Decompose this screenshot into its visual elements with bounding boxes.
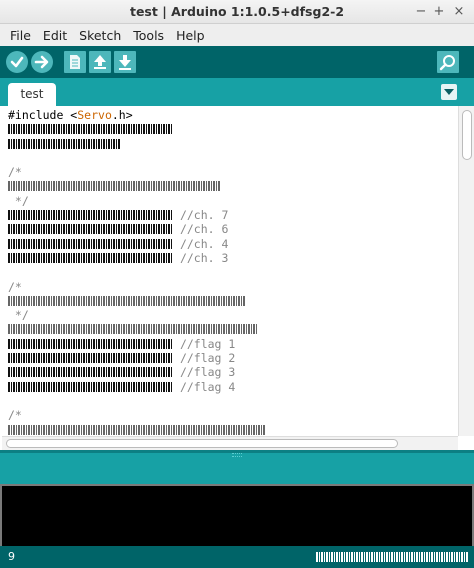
- channel-comment: //ch. 7: [179, 208, 229, 223]
- menu-file[interactable]: File: [4, 28, 37, 43]
- include-suffix: .h>: [111, 108, 133, 122]
- comment-open: /*: [8, 408, 22, 423]
- open-button[interactable]: [89, 51, 111, 73]
- upload-button[interactable]: [31, 51, 53, 73]
- close-button[interactable]: ×: [450, 3, 468, 21]
- verify-icon: [10, 56, 24, 68]
- open-icon: [94, 55, 106, 69]
- redacted-code: [8, 367, 173, 378]
- comment-close: */: [8, 193, 29, 208]
- channel-comment: //ch. 4: [179, 236, 229, 251]
- serial-monitor-icon: [439, 55, 455, 71]
- comment-open: /*: [8, 165, 22, 180]
- new-icon: [70, 55, 80, 69]
- menu-sketch[interactable]: Sketch: [73, 28, 127, 43]
- message-area: [0, 450, 474, 484]
- redacted-code: [8, 210, 173, 221]
- status-bar: 9: [0, 546, 474, 568]
- horizontal-scroll-thumb[interactable]: [6, 439, 398, 448]
- flag-comment: //flag 4: [179, 379, 236, 394]
- comment-open: /*: [8, 279, 22, 294]
- comment-close: */: [8, 308, 29, 323]
- maximize-button[interactable]: +: [430, 3, 448, 21]
- vertical-scrollbar[interactable]: [458, 106, 474, 436]
- redacted-comment: [8, 295, 246, 306]
- resize-grip-icon[interactable]: [232, 453, 242, 457]
- save-icon: [119, 55, 131, 70]
- code-editor[interactable]: #include <Servo.h> /* */ //ch. 7 //ch. 6…: [2, 106, 458, 436]
- toolbar: [0, 46, 474, 78]
- menu-edit[interactable]: Edit: [37, 28, 73, 43]
- flag-comment: //flag 1: [179, 336, 236, 351]
- redacted-code: [8, 238, 173, 249]
- code-text: #include <Servo.h> /* */ //ch. 7 //ch. 6…: [8, 108, 266, 436]
- console-output[interactable]: [0, 484, 474, 546]
- window-title: test | Arduino 1:1.0.5+dfsg2-2: [129, 4, 345, 19]
- line-number: 9: [8, 550, 15, 563]
- save-button[interactable]: [114, 51, 136, 73]
- verify-button[interactable]: [6, 51, 28, 73]
- serial-monitor-button[interactable]: [437, 51, 459, 73]
- redacted-board-info: [316, 552, 468, 562]
- menu-tools[interactable]: Tools: [127, 28, 170, 43]
- redacted-code: [8, 252, 173, 263]
- horizontal-scrollbar[interactable]: [2, 436, 458, 450]
- redacted-code: [8, 224, 173, 235]
- include-prefix: #include <: [8, 108, 78, 122]
- tab-menu-chevron-down-icon[interactable]: [441, 84, 457, 100]
- upload-icon: [34, 55, 49, 69]
- include-library: Servo: [77, 108, 112, 122]
- redacted-comment: [8, 324, 258, 335]
- channel-comment: //ch. 6: [179, 222, 229, 237]
- flag-comment: //flag 3: [179, 365, 236, 380]
- channel-comment: //ch. 3: [179, 250, 229, 265]
- menu-help[interactable]: Help: [170, 28, 211, 43]
- redacted-code: [8, 338, 173, 349]
- redacted-comment: [8, 424, 266, 435]
- redacted-code: [8, 353, 173, 364]
- redacted-comment: [8, 181, 220, 192]
- title-bar: test | Arduino 1:1.0.5+dfsg2-2 − + ×: [0, 0, 474, 24]
- redacted-code: [8, 138, 120, 149]
- minimize-button[interactable]: −: [412, 3, 430, 21]
- tab-test[interactable]: test: [8, 83, 56, 106]
- flag-comment: //flag 2: [179, 351, 236, 366]
- new-button[interactable]: [64, 51, 86, 73]
- redacted-code: [8, 381, 173, 392]
- menu-bar: File Edit Sketch Tools Help: [0, 24, 474, 46]
- vertical-scroll-thumb[interactable]: [462, 110, 472, 160]
- tab-bar: test: [0, 78, 474, 106]
- redacted-code: [8, 124, 173, 135]
